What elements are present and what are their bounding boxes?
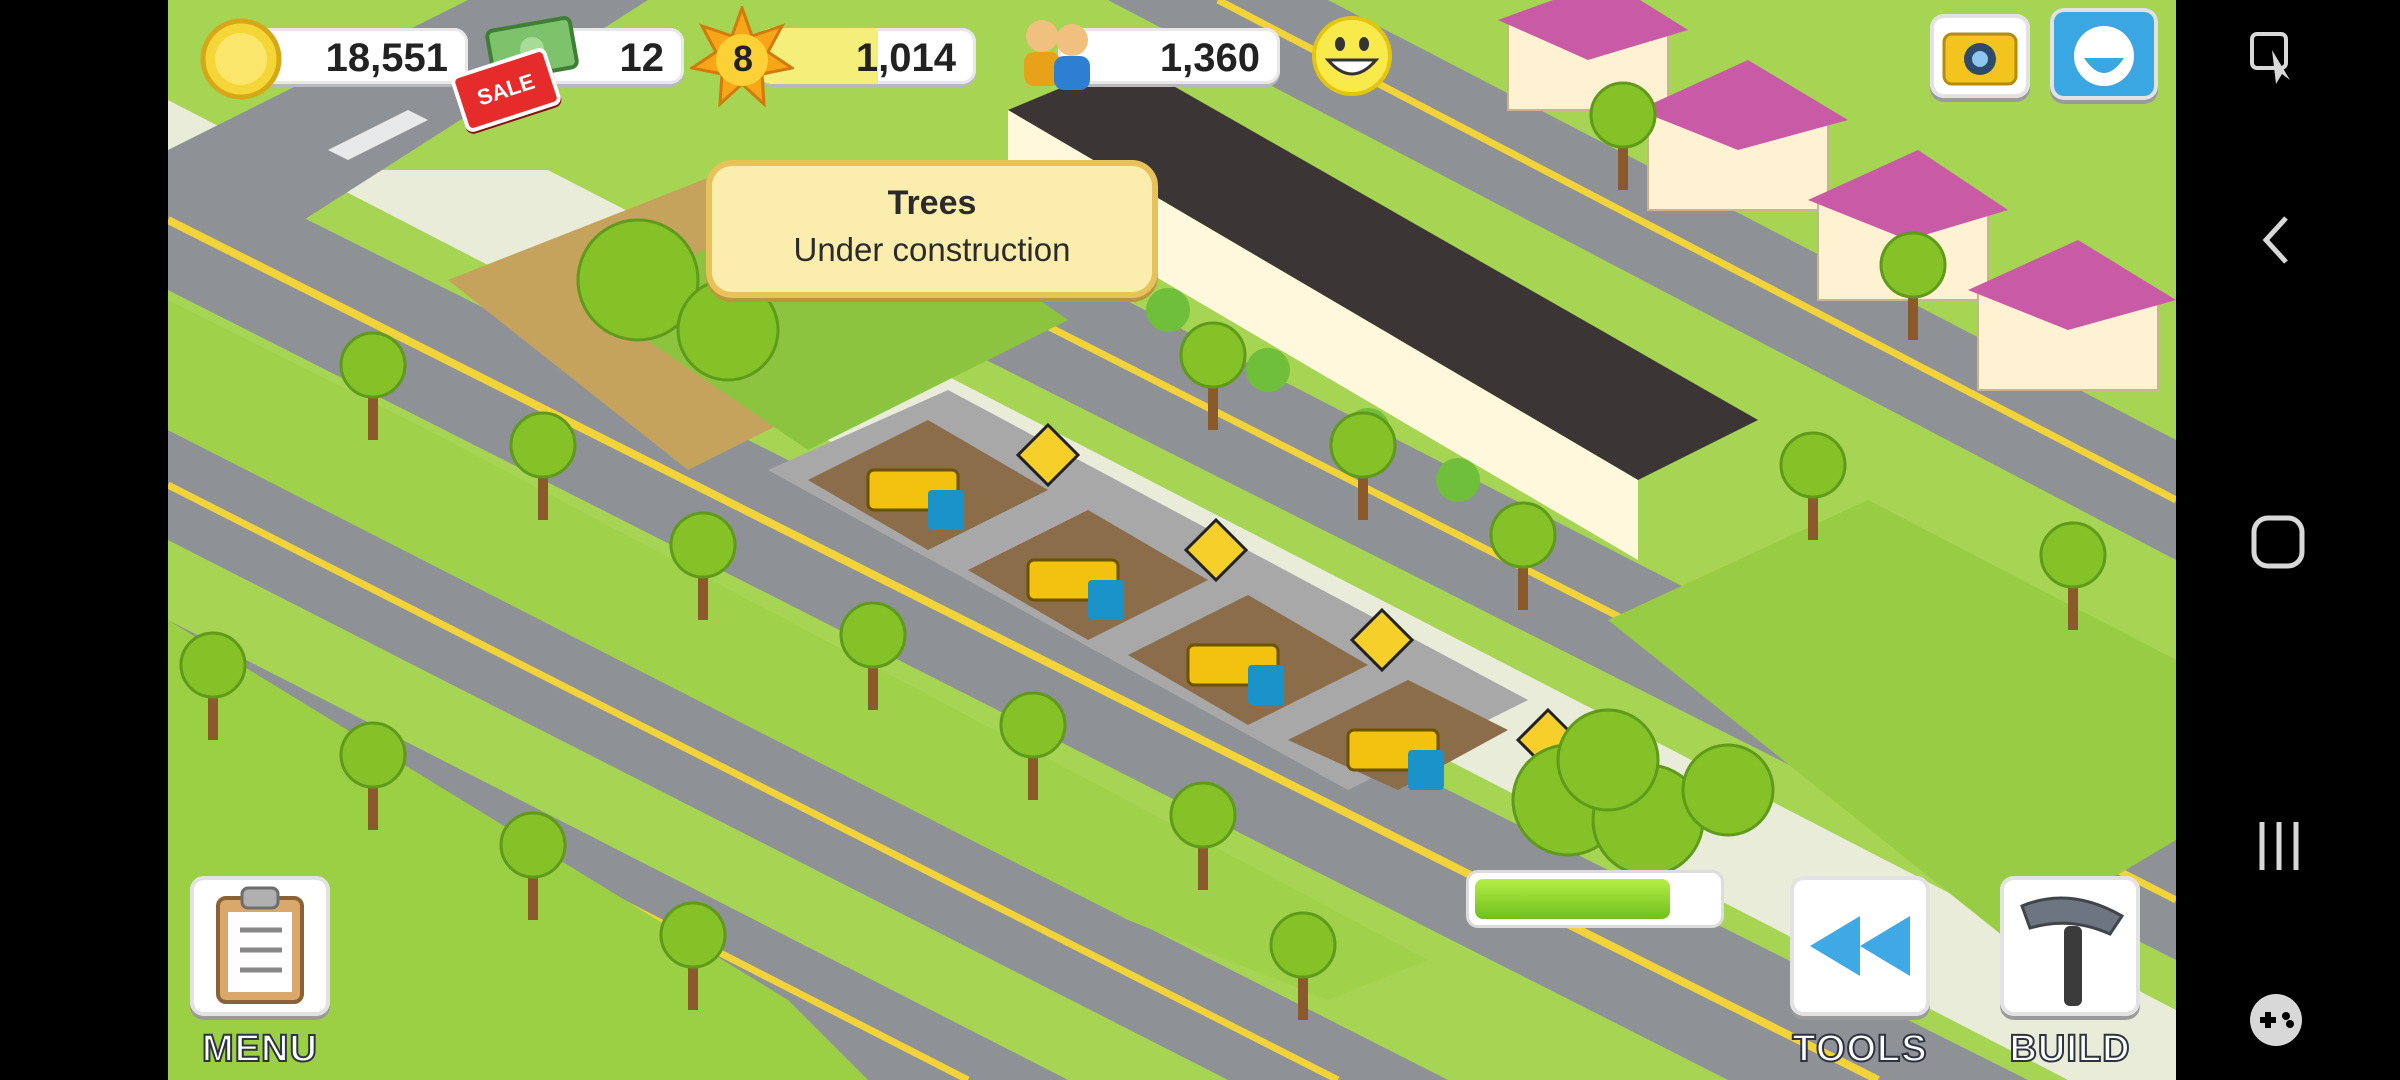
tools-label: TOOLS <box>1791 1027 1928 1071</box>
coin-icon <box>200 18 282 100</box>
menu-label: MENU <box>201 1027 318 1071</box>
cash-value: 12 <box>619 36 665 80</box>
population-value: 1,360 <box>1159 36 1260 80</box>
hammer-icon <box>2020 896 2125 1006</box>
tools-button[interactable] <box>1790 876 1930 1016</box>
screen-record-icon[interactable] <box>2246 30 2302 86</box>
camera-button[interactable] <box>1930 14 2030 98</box>
rewind-icon <box>1810 916 1910 976</box>
share-icon <box>2074 26 2134 86</box>
tooltip-subtitle: Under construction <box>793 231 1071 268</box>
clipboard-icon <box>216 886 304 1004</box>
home-icon[interactable] <box>2250 514 2306 570</box>
android-nav-bar <box>2176 0 2400 1080</box>
game-controller-icon[interactable] <box>2246 990 2306 1050</box>
construction-progress-bar <box>1466 870 1724 928</box>
back-icon[interactable] <box>2256 210 2296 270</box>
coins-value: 18,551 <box>325 36 448 80</box>
building-tooltip: Trees Under construction <box>706 160 1158 298</box>
game-viewport[interactable]: 18,551 12 SALE 1,014 8 1,360 Trees Under… <box>168 0 2176 1080</box>
build-button[interactable] <box>2000 876 2140 1016</box>
construction-progress-fill <box>1475 879 1670 919</box>
build-label: BUILD <box>2008 1027 2131 1071</box>
population-icon <box>1024 20 1090 90</box>
camera-icon <box>1942 32 2018 86</box>
recent-apps-icon[interactable] <box>2254 818 2304 874</box>
menu-button[interactable] <box>190 876 330 1016</box>
level-value: 8 <box>732 38 754 79</box>
left-black-bar <box>0 0 168 1080</box>
tooltip-title: Trees <box>887 184 977 222</box>
xp-value: 1,014 <box>855 36 956 80</box>
smiley-icon[interactable] <box>1310 14 1394 98</box>
share-button[interactable] <box>2050 8 2158 100</box>
